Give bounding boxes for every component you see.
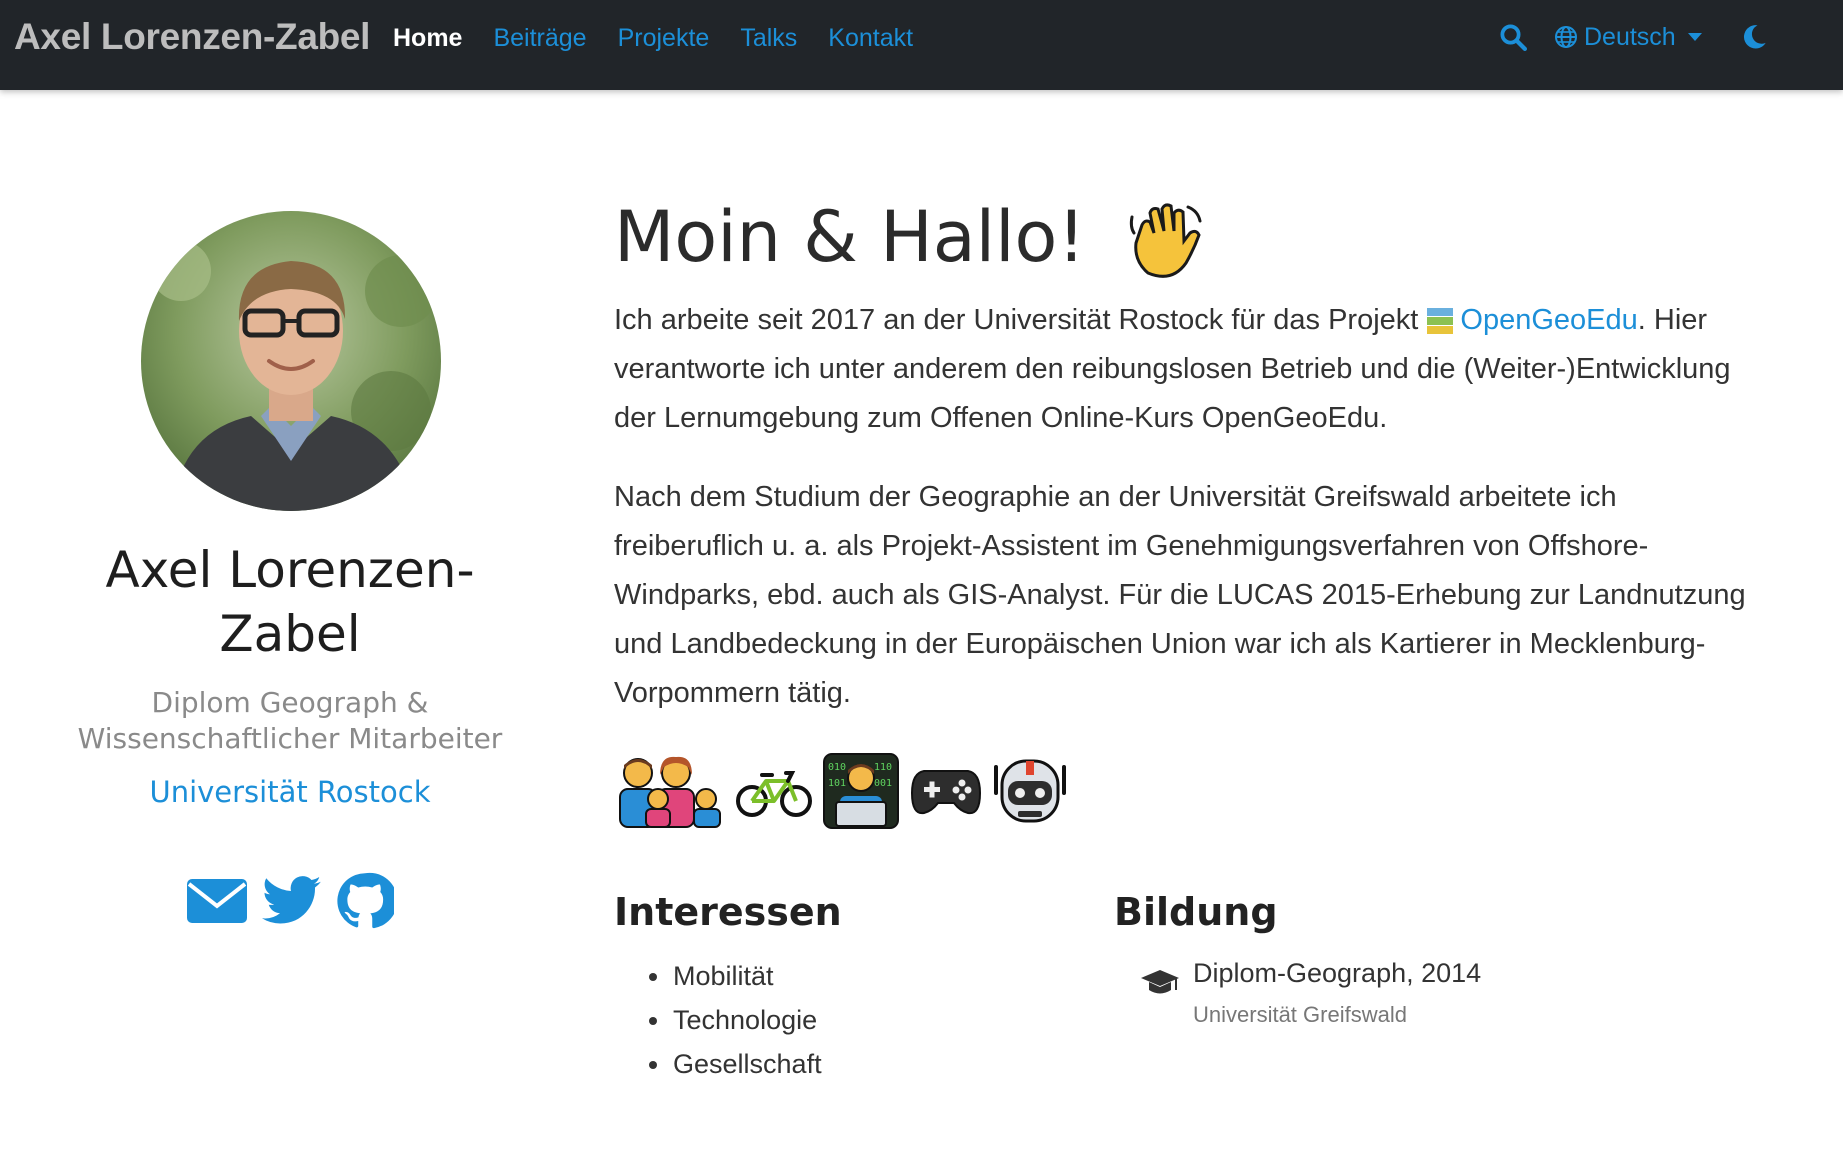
language-label: Deutsch: [1584, 22, 1676, 51]
profile-role: Diplom Geograph & Wissenschaftlicher Mit…: [77, 686, 503, 755]
emoji-row: 010 110 101 001: [614, 752, 1068, 830]
education-institution: Universität Greifswald: [1193, 1002, 1407, 1027]
education-degree: Diplom-Geograph, 2014: [1193, 958, 1482, 988]
profile-name: Axel Lorenzen-Zabel: [105, 541, 475, 663]
nav-right: Deutsch: [1498, 22, 1768, 52]
avatar: [141, 211, 441, 511]
search-icon[interactable]: [1498, 22, 1528, 52]
site-brand[interactable]: Axel Lorenzen-Zabel: [14, 16, 370, 58]
intro-paragraph-1: Ich arbeite seit 2017 an der Universität…: [614, 296, 1774, 443]
social-links: [186, 872, 394, 930]
interest-item: Gesellschaft: [647, 1042, 822, 1086]
github-icon[interactable]: [336, 872, 394, 930]
svg-text:010: 010: [828, 762, 846, 773]
profile-organization-link[interactable]: Universität Rostock: [60, 775, 520, 809]
technologist-icon: 010 110 101 001: [823, 753, 899, 829]
family-icon: [619, 756, 721, 828]
intro-heading: Moin & Hallo!: [614, 196, 1204, 281]
gamepad-icon: [910, 770, 982, 815]
education-heading: Bildung: [1114, 890, 1278, 934]
chevron-down-icon: [1687, 33, 1702, 41]
interests-heading: Interessen: [614, 890, 842, 934]
svg-text:001: 001: [874, 778, 892, 789]
interest-item: Mobilität: [647, 954, 822, 998]
opengeoedu-logo-icon: [1427, 308, 1454, 335]
svg-text:110: 110: [874, 762, 892, 773]
intro-heading-text: Moin & Hallo!: [614, 196, 1086, 278]
nav-projekte[interactable]: Projekte: [618, 24, 710, 53]
intro-paragraph-2: Nach dem Studium der Geographie an der U…: [614, 481, 1746, 709]
nav-links: Home Beiträge Projekte Talks Kontakt: [393, 24, 913, 53]
nav-kontakt[interactable]: Kontakt: [828, 24, 913, 53]
nav-talks[interactable]: Talks: [740, 24, 797, 53]
opengeoedu-link[interactable]: OpenGeoEdu: [1460, 304, 1637, 336]
robot-icon: [994, 759, 1066, 823]
moon-icon[interactable]: [1740, 23, 1768, 51]
interest-item: Technologie: [647, 998, 822, 1042]
globe-icon: [1555, 26, 1577, 48]
nav-beitraege[interactable]: Beiträge: [493, 24, 586, 53]
nav-home[interactable]: Home: [393, 24, 462, 53]
language-dropdown[interactable]: Deutsch: [1554, 23, 1702, 52]
svg-text:101: 101: [828, 778, 846, 789]
twitter-icon[interactable]: [262, 875, 322, 927]
navbar: Axel Lorenzen-Zabel Home Beiträge Projek…: [0, 0, 1843, 90]
bicycle-icon: [736, 771, 812, 817]
interests-list: Mobilität Technologie Gesellschaft: [647, 954, 822, 1086]
graduation-cap-icon: [1141, 970, 1179, 994]
intro-p1-before: Ich arbeite seit 2017 an der Universität…: [614, 304, 1427, 336]
envelope-icon[interactable]: [186, 878, 248, 924]
waving-hand-icon: [1129, 203, 1202, 278]
